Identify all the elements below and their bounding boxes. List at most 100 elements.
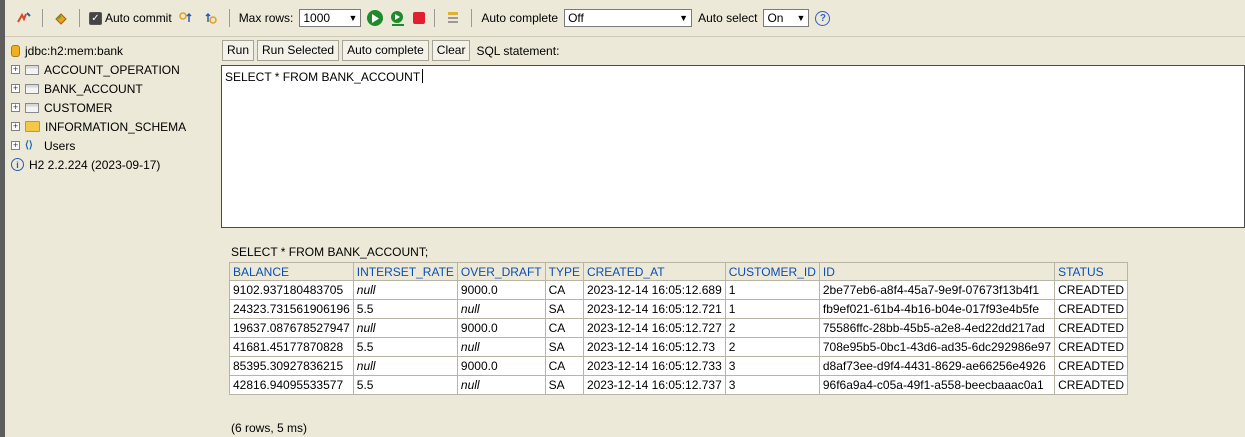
table-icon xyxy=(25,83,39,94)
max-rows-value: 1000 xyxy=(303,11,331,25)
run-button[interactable]: Run xyxy=(222,40,255,61)
table-row: 41681.45177870828 5.5 null SA 2023-12-14… xyxy=(229,337,1129,357)
result-table: BALANCE INTERSET_RATE OVER_DRAFT TYPE CR… xyxy=(229,262,1129,395)
expand-icon[interactable]: + xyxy=(11,141,20,150)
table-cell: 1 xyxy=(724,280,820,300)
table-cell: CA xyxy=(544,356,584,376)
text-caret xyxy=(422,69,424,83)
chevron-down-icon: ▼ xyxy=(796,13,806,23)
table-cell: CA xyxy=(544,280,584,300)
table-cell: 96f6a9a4-c05a-49f1-a558-beecbaaac0a1 xyxy=(818,375,1056,395)
tree-item-account-operation[interactable]: + ACCOUNT_OPERATION xyxy=(11,60,220,79)
table-icon xyxy=(25,64,39,75)
table-cell: CREADTED xyxy=(1054,280,1129,300)
max-rows-label: Max rows: xyxy=(238,11,294,25)
table-cell: 5.5 xyxy=(352,299,458,319)
tree-item-label: BANK_ACCOUNT xyxy=(44,81,143,96)
run-icon[interactable] xyxy=(367,10,384,26)
toolbar-separator xyxy=(434,9,436,27)
run-selected-button[interactable]: Run Selected xyxy=(257,40,340,61)
tree-item-bank-account[interactable]: + BANK_ACCOUNT xyxy=(11,79,220,98)
rollback-icon[interactable] xyxy=(52,9,70,27)
tree-item-information-schema[interactable]: + INFORMATION_SCHEMA xyxy=(11,117,220,136)
table-cell: null xyxy=(456,375,546,395)
rollback-transaction-icon[interactable] xyxy=(202,9,220,27)
table-cell: 9000.0 xyxy=(456,280,546,300)
column-header-id[interactable]: ID xyxy=(818,262,1056,281)
table-cell: 1 xyxy=(724,299,820,319)
tree-item-label: CUSTOMER xyxy=(44,100,113,115)
stop-icon[interactable] xyxy=(413,12,426,24)
toolbar-separator xyxy=(228,9,230,27)
help-icon[interactable]: ? xyxy=(815,10,831,26)
table-cell: CA xyxy=(544,318,584,338)
expand-icon[interactable]: + xyxy=(11,84,20,93)
table-cell: 2be77eb6-a8f4-45a7-9e9f-07673f13b4f1 xyxy=(818,280,1056,300)
table-cell: CREADTED xyxy=(1054,356,1129,376)
users-icon: ⟨⟩ xyxy=(25,139,33,151)
column-header-balance[interactable]: BALANCE xyxy=(229,262,354,281)
schema-tree: jdbc:h2:mem:bank + ACCOUNT_OPERATION + B… xyxy=(5,37,220,437)
toolbar-separator xyxy=(42,9,43,27)
table-cell: 2 xyxy=(724,337,820,357)
tree-connection[interactable]: jdbc:h2:mem:bank xyxy=(11,41,220,60)
folder-icon xyxy=(25,121,40,132)
table-cell: 708e95b5-0bc1-43d6-ad35-6dc292986e97 xyxy=(818,337,1056,357)
column-header-interset-rate[interactable]: INTERSET_RATE xyxy=(352,262,458,281)
table-cell: 5.5 xyxy=(352,375,458,395)
auto-commit-label: Auto commit xyxy=(105,11,172,25)
table-cell: null xyxy=(352,280,458,300)
auto-complete-select[interactable]: Off ▼ xyxy=(564,9,693,27)
expand-icon[interactable]: + xyxy=(11,103,20,112)
table-cell: 9102.937180483705 xyxy=(229,280,354,300)
expand-icon[interactable]: + xyxy=(11,65,20,74)
table-cell: 24323.731561906196 xyxy=(229,299,354,319)
table-cell: CREADTED xyxy=(1054,318,1129,338)
table-row: 42816.94095533577 5.5 null SA 2023-12-14… xyxy=(229,375,1129,395)
chevron-down-icon: ▼ xyxy=(679,13,689,23)
auto-commit-checkbox[interactable]: ✓ Auto commit xyxy=(89,11,172,25)
table-cell: SA xyxy=(544,375,584,395)
table-cell: null xyxy=(352,318,458,338)
column-header-customer-id[interactable]: CUSTOMER_ID xyxy=(724,262,820,281)
max-rows-select[interactable]: 1000 ▼ xyxy=(299,9,362,27)
auto-select-label: Auto select xyxy=(698,11,758,25)
auto-complete-value: Off xyxy=(568,11,584,25)
refresh-icon[interactable] xyxy=(15,9,33,27)
table-row: 24323.731561906196 5.5 null SA 2023-12-1… xyxy=(229,299,1129,319)
table-cell: CREADTED xyxy=(1054,375,1129,395)
table-cell: SA xyxy=(544,299,584,319)
sql-statement-label: SQL statement: xyxy=(476,43,560,58)
table-cell: 2023-12-14 16:05:12.737 xyxy=(582,375,726,395)
sql-editor[interactable]: SELECT * FROM BANK_ACCOUNT xyxy=(221,65,1245,228)
history-icon[interactable] xyxy=(444,9,462,27)
table-cell: CREADTED xyxy=(1054,337,1129,357)
toolbar: ✓ Auto commit Max rows: 1000 ▼ Auto comp… xyxy=(5,0,1245,37)
clear-button[interactable]: Clear xyxy=(431,40,471,61)
column-header-status[interactable]: STATUS xyxy=(1054,262,1129,281)
run-selected-icon[interactable] xyxy=(389,9,407,27)
table-cell: 2023-12-14 16:05:12.689 xyxy=(582,280,726,300)
table-cell: 9000.0 xyxy=(456,356,546,376)
table-cell: 75586ffc-28bb-45b5-a2e8-4ed22dd217ad xyxy=(818,318,1056,338)
tree-item-customer[interactable]: + CUSTOMER xyxy=(11,98,220,117)
column-header-created-at[interactable]: CREATED_AT xyxy=(582,262,726,281)
table-cell: 3 xyxy=(724,356,820,376)
expand-icon[interactable]: + xyxy=(11,122,20,131)
table-cell: d8af73ee-d9f4-4431-8629-ae66256e4926 xyxy=(818,356,1056,376)
chevron-down-icon: ▼ xyxy=(348,13,358,23)
result-query-title: SELECT * FROM BANK_ACCOUNT; xyxy=(231,245,429,259)
column-header-over-draft[interactable]: OVER_DRAFT xyxy=(456,262,546,281)
connection-url: jdbc:h2:mem:bank xyxy=(25,43,124,58)
checkbox-checked-icon[interactable]: ✓ xyxy=(89,11,102,25)
auto-select-select[interactable]: On ▼ xyxy=(763,9,810,27)
column-header-type[interactable]: TYPE xyxy=(544,262,584,281)
table-cell: 2023-12-14 16:05:12.73 xyxy=(582,337,726,357)
query-panel: Run Run Selected Auto complete Clear SQL… xyxy=(220,37,1245,437)
tree-item-label: ACCOUNT_OPERATION xyxy=(44,62,180,77)
table-cell: null xyxy=(456,337,546,357)
commit-icon[interactable] xyxy=(178,9,196,27)
toolbar-separator xyxy=(79,9,80,27)
tree-item-users[interactable]: + ⟨⟩ Users xyxy=(11,136,220,155)
auto-complete-button[interactable]: Auto complete xyxy=(342,40,429,61)
